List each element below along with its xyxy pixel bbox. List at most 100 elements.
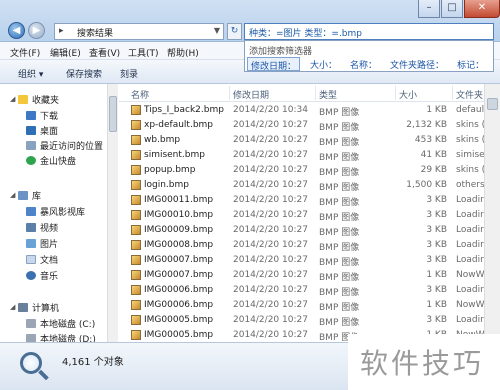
nav-computer[interactable]: ◢ 计算机 <box>10 300 59 314</box>
bmp-file-icon <box>131 120 141 130</box>
file-name: IMG00005.bmp <box>144 330 214 340</box>
nav-item-drive-c[interactable]: 本地磁盘 (C:) <box>26 316 95 330</box>
file-row[interactable]: IMG00005.bmp 2014/2/20 10:27 BMP 图像 3 KB Loa… <box>119 313 500 328</box>
nav-favorites[interactable]: ◢ 收藏夹 <box>10 92 59 106</box>
file-row[interactable]: wb.bmp 2014/2/20 10:27 BMP 图像 453 KB skins ( <box>119 133 500 148</box>
nav-item-videos[interactable]: 视频 <box>26 220 58 234</box>
file-name: IMG00006.bmp <box>144 300 214 310</box>
bmp-file-icon <box>131 180 141 190</box>
forward-arrow-icon[interactable]: ▶ <box>28 22 45 39</box>
bmp-file-icon <box>131 330 141 340</box>
bmp-file-icon <box>131 210 141 220</box>
file-row[interactable]: Tips_I_back2.bmp 2014/2/20 10:34 BMP 图像 1 K… <box>119 103 500 118</box>
kuaipan-icon <box>26 155 36 165</box>
breadcrumb[interactable]: 搜索结果 <box>77 26 113 39</box>
organize-button[interactable]: 组织 ▾ <box>18 67 43 80</box>
file-row[interactable]: IMG00009.bmp 2014/2/20 10:27 BMP 图像 3 KB Loa… <box>119 223 500 238</box>
recent-places-icon <box>26 140 36 150</box>
save-search-button[interactable]: 保存搜索 <box>66 67 102 80</box>
file-date: 2014/2/20 10:27 <box>233 135 308 145</box>
file-folder: skins ( <box>456 135 486 145</box>
filter-size[interactable]: 大小： <box>307 57 340 71</box>
menu-help[interactable]: 帮助(H) <box>167 46 199 59</box>
minimize-button[interactable]: – <box>418 0 440 18</box>
back-arrow-icon[interactable]: ◀ <box>8 22 25 39</box>
nav-item-recent[interactable]: 最近访问的位置 <box>26 138 103 152</box>
search-query[interactable]: 种类：=图片 类型：=.bmp <box>249 26 362 39</box>
file-date: 2014/2/20 10:27 <box>233 210 308 220</box>
filter-header: 添加搜索筛选器 <box>249 47 313 57</box>
column-type[interactable]: 类型 <box>319 88 337 101</box>
nav-libraries[interactable]: ◢ 库 <box>10 188 41 202</box>
column-location[interactable]: 文件夹 <box>456 88 483 101</box>
file-name: IMG00008.bmp <box>144 240 214 250</box>
scroll-thumb[interactable] <box>487 98 498 110</box>
file-folder: Loadir <box>456 240 484 250</box>
nav-item-pictures[interactable]: 图片 <box>26 236 58 250</box>
nav-item-drive-d[interactable]: 本地磁盘 (D:) <box>26 331 96 342</box>
item-count: 4,161 个对象 <box>62 357 124 368</box>
menu-view[interactable]: 查看(V) <box>89 46 120 59</box>
file-type: BMP 图像 <box>319 153 360 163</box>
file-name: IMG00006.bmp <box>144 285 214 295</box>
file-row[interactable]: login.bmp 2014/2/20 10:27 BMP 图像 1,500 KB ot… <box>119 178 500 193</box>
file-date: 2014/2/20 10:27 <box>233 330 308 340</box>
file-type: BMP 图像 <box>319 288 360 298</box>
file-row[interactable]: simisent.bmp 2014/2/20 10:27 BMP 图像 41 KB si… <box>119 148 500 163</box>
refresh-icon[interactable]: ↻ <box>227 23 242 40</box>
nav-scrollbar[interactable] <box>107 84 118 342</box>
nav-item-desktop[interactable]: 桌面 <box>26 123 58 137</box>
file-type: BMP 图像 <box>319 303 360 313</box>
file-size: 1 KB <box>426 300 447 310</box>
file-row[interactable]: popup.bmp 2014/2/20 10:27 BMP 图像 29 KB skins… <box>119 163 500 178</box>
menu-edit[interactable]: 编辑(E) <box>50 46 81 59</box>
bmp-file-icon <box>131 165 141 175</box>
bmp-file-icon <box>131 225 141 235</box>
file-folder: Loadir <box>456 225 484 235</box>
filter-folder-path[interactable]: 文件夹路径： <box>387 57 447 71</box>
file-row[interactable]: IMG00010.bmp 2014/2/20 10:27 BMP 图像 3 KB Loa… <box>119 208 500 223</box>
file-folder: Loadir <box>456 210 484 220</box>
file-date: 2014/2/20 10:34 <box>233 105 308 115</box>
file-row[interactable]: IMG00008.bmp 2014/2/20 10:27 BMP 图像 3 KB Loa… <box>119 238 500 253</box>
scroll-thumb[interactable] <box>109 96 117 132</box>
pictures-icon <box>26 238 36 248</box>
column-date-modified[interactable]: 修改日期 <box>233 88 269 101</box>
file-type: BMP 图像 <box>319 108 360 118</box>
menu-file[interactable]: 文件(F) <box>10 46 40 59</box>
nav-item-documents[interactable]: 文档 <box>26 252 58 266</box>
filter-name[interactable]: 名称： <box>347 57 380 71</box>
file-row[interactable]: IMG00007.bmp 2014/2/20 10:27 BMP 图像 3 KB Loa… <box>119 253 500 268</box>
file-folder: simise <box>456 150 485 160</box>
file-date: 2014/2/20 10:27 <box>233 255 308 265</box>
list-scrollbar[interactable] <box>484 84 500 342</box>
nav-item-kuaipan[interactable]: 金山快盘 <box>26 153 76 167</box>
address-bar[interactable]: ▸ 搜索结果 ▼ <box>54 23 224 40</box>
column-size[interactable]: 大小 <box>399 88 417 101</box>
nav-item-downloads[interactable]: 下载 <box>26 108 58 122</box>
chevron-down-icon[interactable]: ▼ <box>214 26 220 35</box>
file-row[interactable]: IMG00007.bmp 2014/2/20 10:27 BMP 图像 1 KB Now… <box>119 268 500 283</box>
nav-item-baofeng[interactable]: 暴风影视库 <box>26 204 85 218</box>
burn-button[interactable]: 刻录 <box>120 67 138 80</box>
nav-item-music[interactable]: 音乐 <box>26 268 58 282</box>
filter-date-modified[interactable]: 修改日期： <box>247 57 301 72</box>
bmp-file-icon <box>131 270 141 280</box>
file-row[interactable]: IMG00006.bmp 2014/2/20 10:27 BMP 图像 1 KB Now… <box>119 298 500 313</box>
bmp-file-icon <box>131 195 141 205</box>
file-folder: skins ( <box>456 165 486 175</box>
maximize-button[interactable]: □ <box>441 0 463 18</box>
expand-triangle-icon: ◢ <box>10 303 16 311</box>
bmp-file-icon <box>131 240 141 250</box>
search-input[interactable]: 种类：=图片 类型：=.bmp <box>244 23 494 40</box>
column-name[interactable]: 名称 <box>131 88 149 101</box>
close-button[interactable]: ✕ <box>464 0 500 18</box>
file-row[interactable]: xp-default.bmp 2014/2/20 10:27 BMP 图像 2,132… <box>119 118 500 133</box>
file-list: 名称 修改日期 类型 大小 文件夹 Tips_I_back2.bmp 2014/2… <box>119 84 500 342</box>
file-row[interactable]: IMG00011.bmp 2014/2/20 10:27 BMP 图像 3 KB Loa… <box>119 193 500 208</box>
bmp-file-icon <box>131 135 141 145</box>
file-name: simisent.bmp <box>144 150 205 160</box>
menu-tools[interactable]: 工具(T) <box>128 46 159 59</box>
filter-tags[interactable]: 标记： <box>454 57 487 71</box>
file-row[interactable]: IMG00006.bmp 2014/2/20 10:27 BMP 图像 3 KB Loa… <box>119 283 500 298</box>
